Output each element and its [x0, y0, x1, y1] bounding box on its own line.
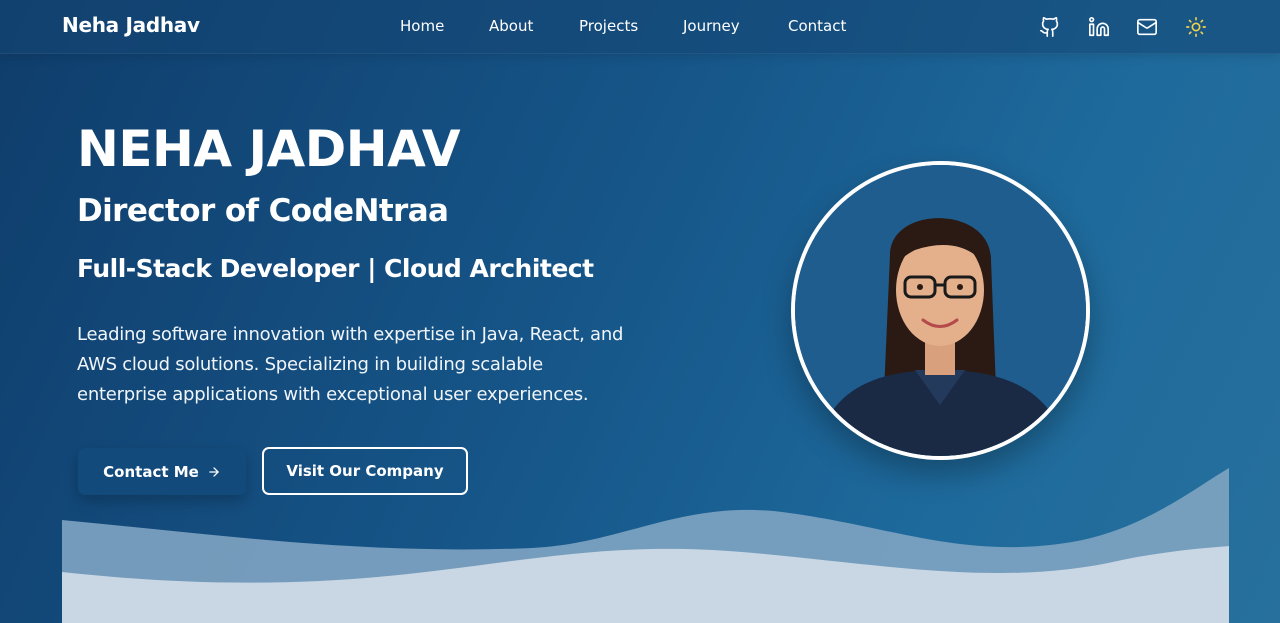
- hero-description: Leading software innovation with experti…: [77, 324, 624, 405]
- nav-link-projects[interactable]: Projects: [579, 17, 638, 35]
- nav-link-contact[interactable]: Contact: [788, 17, 846, 35]
- nav-link-about[interactable]: About: [489, 17, 533, 35]
- navbar: Neha Jadhav Home About Projects Journey …: [0, 0, 1280, 54]
- hero-name: NEHA JADHAV: [77, 120, 461, 178]
- hero-tagline: Full-Stack Developer | Cloud Architect: [77, 254, 594, 283]
- hero-role: Director of CodeNtraa: [77, 193, 449, 229]
- linkedin-icon[interactable]: [1088, 16, 1110, 38]
- nav-link-journey[interactable]: Journey: [683, 17, 740, 35]
- github-icon[interactable]: [1039, 16, 1061, 38]
- mail-icon[interactable]: [1136, 16, 1158, 38]
- profile-photo: [791, 161, 1090, 460]
- profile-portrait-illustration: [795, 165, 1086, 456]
- nav-link-home[interactable]: Home: [400, 17, 444, 35]
- decorative-waves: [62, 460, 1229, 623]
- sun-icon[interactable]: [1185, 16, 1207, 38]
